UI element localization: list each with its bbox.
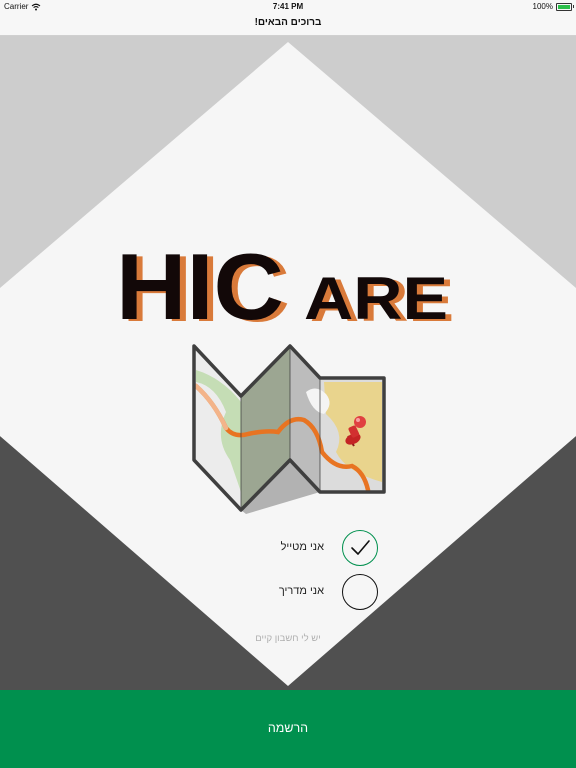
existing-account-link[interactable]: יש לי חשבון קיים — [200, 633, 376, 644]
role-option-traveler[interactable]: אני מטייל — [240, 529, 380, 569]
battery-percent: 100% — [532, 2, 553, 11]
role-radio-traveler[interactable] — [342, 530, 378, 566]
role-option-guide[interactable]: אני מדריך — [240, 573, 380, 613]
folded-map-with-pin-icon — [192, 344, 386, 514]
hicare-logo: HIC HIC ARE ARE — [116, 243, 454, 327]
navigation-bar: ברוכים הבאים! — [0, 14, 576, 36]
checkmark-icon — [350, 539, 370, 555]
status-right: 100% — [532, 2, 574, 11]
register-button-label: הרשמה — [267, 721, 309, 735]
role-label-guide: אני מדריך — [278, 585, 324, 597]
role-label-traveler: אני מטייל — [280, 541, 324, 553]
status-bar: Carrier 7:41 PM 100% — [0, 0, 576, 14]
role-radio-guide[interactable] — [342, 574, 378, 610]
page-title: ברוכים הבאים! — [254, 17, 322, 28]
battery-level — [558, 4, 570, 9]
status-time: 7:41 PM — [272, 2, 304, 11]
logo-text-part2: ARE — [304, 265, 448, 327]
register-button[interactable]: הרשמה — [0, 690, 576, 768]
logo-text-part1: HIC — [116, 243, 284, 327]
battery-icon — [556, 2, 574, 11]
